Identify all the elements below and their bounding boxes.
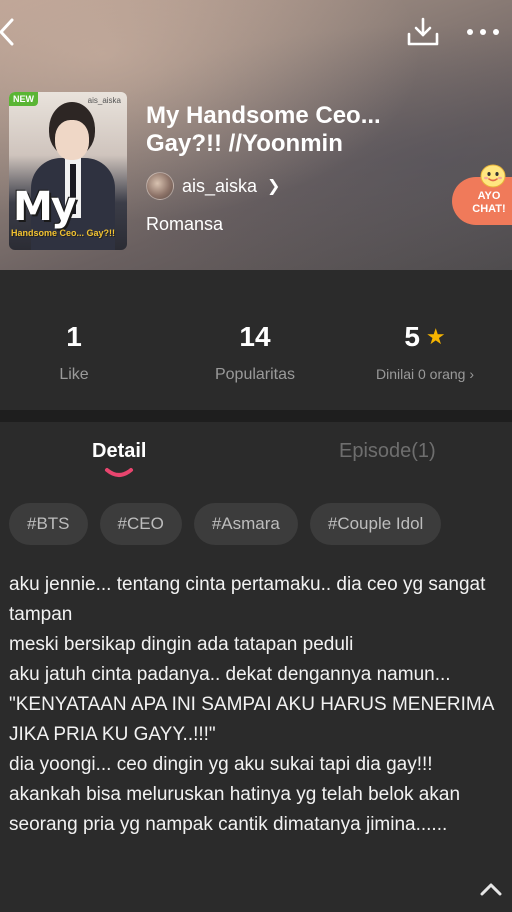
like-count: 1	[66, 321, 82, 352]
tag-couple-idol[interactable]: #Couple Idol	[309, 503, 442, 545]
tag-asmara[interactable]: #Asmara	[193, 503, 298, 545]
story-genre: Romansa	[146, 214, 224, 234]
ayo-chat-line1[interactable]: AYO	[466, 190, 512, 203]
rating-value: 5	[404, 321, 420, 352]
story-title: My Handsome Ceo... Gay?!! //Yoonmin	[146, 102, 381, 157]
rating-count-link[interactable]: Dinilai 0 orang ›	[360, 366, 490, 382]
rating-value-row: 5 ★	[360, 320, 490, 354]
story-cover-image[interactable]: NEW ais_aiska My Handsome Ceo... Gay?!!	[9, 92, 127, 250]
tag-list: #BTS #CEO #Asmara #Couple Idol	[9, 503, 442, 545]
chevron-right-icon[interactable]: ›	[469, 366, 474, 382]
author-link[interactable]: ais_aiska ❯	[146, 171, 280, 201]
more-icon[interactable]	[464, 18, 502, 46]
author-name[interactable]: ais_aiska	[182, 176, 257, 197]
tab-bar: Detail Episode(1)	[0, 422, 512, 486]
ayo-chat-label[interactable]: AYO CHAT!	[466, 190, 512, 216]
more-options-button[interactable]	[464, 18, 502, 46]
cover-logo-title: My	[13, 184, 77, 230]
star-icon: ★	[425, 324, 446, 349]
new-badge: NEW	[9, 92, 38, 106]
cover-logo-subtitle: Handsome Ceo... Gay?!!	[11, 228, 116, 238]
download-button[interactable]	[406, 16, 440, 48]
tab-episode[interactable]: Episode(1)	[339, 440, 436, 463]
tab-detail[interactable]: Detail	[92, 440, 146, 463]
detail-content: #BTS #CEO #Asmara #Couple Idol aku jenni…	[0, 486, 512, 912]
tag-bts[interactable]: #BTS	[9, 503, 88, 545]
cover-person-face	[55, 120, 89, 160]
chevron-up-icon[interactable]	[478, 880, 504, 898]
story-stats: 1 Like 14 Popularitas 5 ★ Dinilai 0 oran…	[0, 270, 512, 410]
section-divider	[0, 410, 512, 422]
back-icon[interactable]	[0, 16, 28, 48]
back-button[interactable]	[0, 16, 28, 48]
story-header: NEW ais_aiska My Handsome Ceo... Gay?!! …	[0, 0, 512, 270]
stat-popularity: 14 Popularitas	[170, 320, 340, 384]
author-avatar[interactable]	[146, 172, 174, 200]
download-icon[interactable]	[406, 16, 440, 48]
cover-watermark: ais_aiska	[87, 96, 121, 105]
story-description: aku jennie... tentang cinta pertamaku.. …	[9, 574, 494, 835]
rating-count-label[interactable]: Dinilai 0 orang	[376, 366, 466, 382]
tag-ceo[interactable]: #CEO	[99, 503, 182, 545]
popularity-count: 14	[239, 321, 271, 352]
active-tab-indicator	[105, 468, 133, 477]
stat-rating[interactable]: 5 ★ Dinilai 0 orang ›	[360, 320, 490, 382]
stat-like: 1 Like	[0, 320, 159, 384]
chevron-right-icon[interactable]: ❯	[267, 176, 280, 196]
ayo-chat-line2[interactable]: CHAT!	[466, 203, 512, 216]
popularity-label: Popularitas	[214, 366, 296, 383]
like-label: Like	[59, 366, 89, 383]
chat-mascot-icon[interactable]	[479, 162, 507, 188]
